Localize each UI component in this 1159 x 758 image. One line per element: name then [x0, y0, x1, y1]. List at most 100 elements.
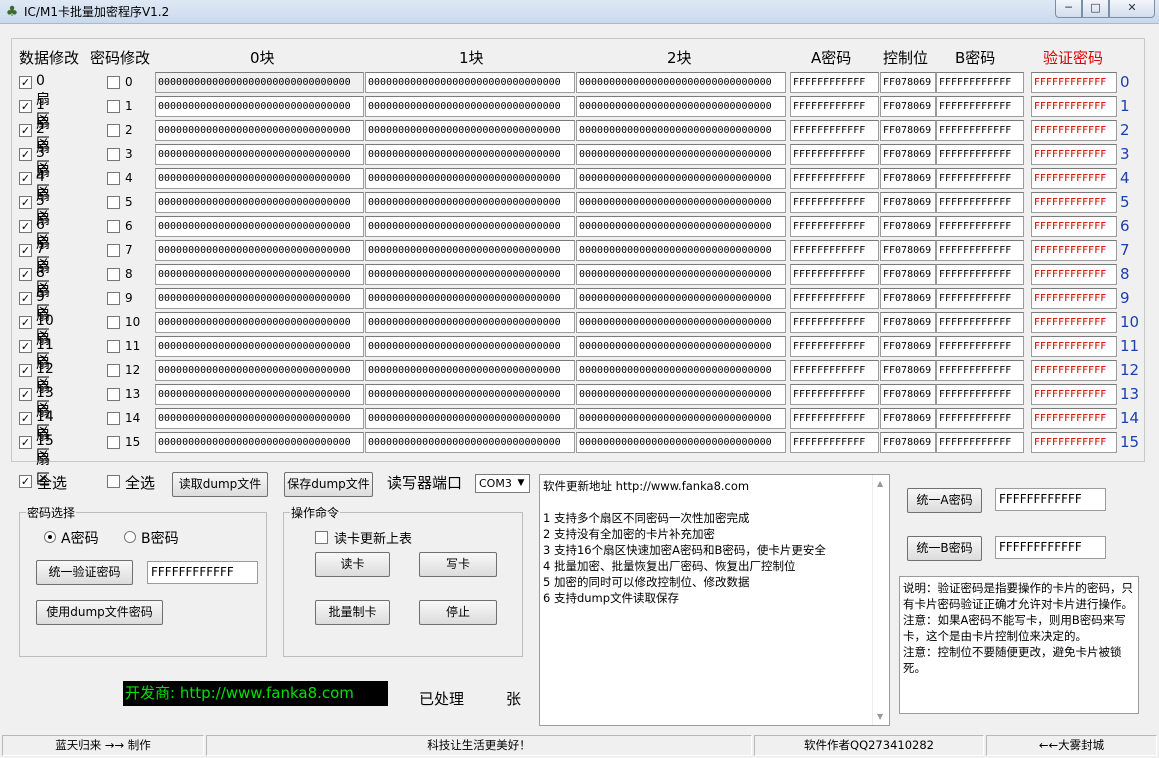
maximize-button[interactable]: □ — [1082, 0, 1109, 18]
block1-field[interactable]: 00000000000000000000000000000000 — [365, 312, 575, 333]
key-b-field[interactable]: FFFFFFFFFFFF — [936, 264, 1024, 285]
control-bits-field[interactable]: FF078069 — [880, 168, 936, 189]
block2-field[interactable]: 00000000000000000000000000000000 — [576, 72, 786, 93]
key-a-field[interactable]: FFFFFFFFFFFF — [790, 96, 879, 117]
block2-field[interactable]: 00000000000000000000000000000000 — [576, 408, 786, 429]
control-bits-field[interactable]: FF078069 — [880, 360, 936, 381]
batch-make-button[interactable]: 批量制卡 — [315, 600, 390, 625]
key-b-field[interactable]: FFFFFFFFFFFF — [936, 432, 1024, 453]
data-modify-checkbox[interactable]: ✓ — [19, 244, 32, 257]
data-modify-checkbox[interactable]: ✓ — [19, 268, 32, 281]
data-modify-checkbox[interactable]: ✓ — [19, 364, 32, 377]
pwd-modify-checkbox[interactable] — [107, 244, 120, 257]
control-bits-field[interactable]: FF078069 — [880, 120, 936, 141]
block2-field[interactable]: 00000000000000000000000000000000 — [576, 264, 786, 285]
verify-key-field[interactable]: FFFFFFFFFFFF — [1031, 288, 1117, 309]
block0-field[interactable]: 00000000000000000000000000000000 — [155, 312, 364, 333]
key-a-field[interactable]: FFFFFFFFFFFF — [790, 432, 879, 453]
key-b-field[interactable]: FFFFFFFFFFFF — [936, 120, 1024, 141]
block1-field[interactable]: 00000000000000000000000000000000 — [365, 240, 575, 261]
pwd-modify-checkbox[interactable] — [107, 196, 120, 209]
key-a-field[interactable]: FFFFFFFFFFFF — [790, 192, 879, 213]
block2-field[interactable]: 00000000000000000000000000000000 — [576, 288, 786, 309]
key-b-field[interactable]: FFFFFFFFFFFF — [936, 72, 1024, 93]
pwd-modify-checkbox[interactable] — [107, 292, 120, 305]
unify-a-input[interactable]: FFFFFFFFFFFF — [995, 488, 1106, 511]
pwd-modify-checkbox[interactable] — [107, 172, 120, 185]
verify-key-field[interactable]: FFFFFFFFFFFF — [1031, 336, 1117, 357]
verify-key-field[interactable]: FFFFFFFFFFFF — [1031, 312, 1117, 333]
verify-key-field[interactable]: FFFFFFFFFFFF — [1031, 144, 1117, 165]
control-bits-field[interactable]: FF078069 — [880, 144, 936, 165]
block0-field[interactable]: 00000000000000000000000000000000 — [155, 336, 364, 357]
block0-field[interactable]: 00000000000000000000000000000000 — [155, 96, 364, 117]
key-b-field[interactable]: FFFFFFFFFFFF — [936, 240, 1024, 261]
key-a-field[interactable]: FFFFFFFFFFFF — [790, 120, 879, 141]
key-a-field[interactable]: FFFFFFFFFFFF — [790, 336, 879, 357]
log-textarea[interactable]: 软件更新地址 http://www.fanka8.com 1 支持多个扇区不同密码… — [539, 474, 890, 726]
control-bits-field[interactable]: FF078069 — [880, 432, 936, 453]
verify-key-field[interactable]: FFFFFFFFFFFF — [1031, 192, 1117, 213]
key-a-field[interactable]: FFFFFFFFFFFF — [790, 360, 879, 381]
key-a-field[interactable]: FFFFFFFFFFFF — [790, 264, 879, 285]
verify-key-field[interactable]: FFFFFFFFFFFF — [1031, 408, 1117, 429]
control-bits-field[interactable]: FF078069 — [880, 192, 936, 213]
control-bits-field[interactable]: FF078069 — [880, 72, 936, 93]
key-a-field[interactable]: FFFFFFFFFFFF — [790, 288, 879, 309]
write-card-button[interactable]: 写卡 — [419, 552, 497, 577]
use-dump-pwd-button[interactable]: 使用dump文件密码 — [36, 600, 163, 625]
key-b-field[interactable]: FFFFFFFFFFFF — [936, 288, 1024, 309]
control-bits-field[interactable]: FF078069 — [880, 240, 936, 261]
verify-key-field[interactable]: FFFFFFFFFFFF — [1031, 216, 1117, 237]
block1-field[interactable]: 00000000000000000000000000000000 — [365, 168, 575, 189]
block2-field[interactable]: 00000000000000000000000000000000 — [576, 216, 786, 237]
block2-field[interactable]: 00000000000000000000000000000000 — [576, 144, 786, 165]
key-a-field[interactable]: FFFFFFFFFFFF — [790, 384, 879, 405]
block0-field[interactable]: 00000000000000000000000000000000 — [155, 240, 364, 261]
data-modify-checkbox[interactable]: ✓ — [19, 292, 32, 305]
pwd-modify-checkbox[interactable] — [107, 148, 120, 161]
key-b-field[interactable]: FFFFFFFFFFFF — [936, 144, 1024, 165]
select-all-pwd-checkbox[interactable] — [107, 475, 120, 488]
pwd-modify-checkbox[interactable] — [107, 100, 120, 113]
pwd-modify-checkbox[interactable] — [107, 316, 120, 329]
block1-field[interactable]: 00000000000000000000000000000000 — [365, 408, 575, 429]
key-a-field[interactable]: FFFFFFFFFFFF — [790, 72, 879, 93]
key-b-field[interactable]: FFFFFFFFFFFF — [936, 336, 1024, 357]
verify-key-field[interactable]: FFFFFFFFFFFF — [1031, 168, 1117, 189]
verify-key-field[interactable]: FFFFFFFFFFFF — [1031, 96, 1117, 117]
control-bits-field[interactable]: FF078069 — [880, 96, 936, 117]
block1-field[interactable]: 00000000000000000000000000000000 — [365, 96, 575, 117]
control-bits-field[interactable]: FF078069 — [880, 336, 936, 357]
read-dump-button[interactable]: 读取dump文件 — [172, 472, 268, 497]
block0-field[interactable]: 00000000000000000000000000000000 — [155, 72, 364, 93]
block2-field[interactable]: 00000000000000000000000000000000 — [576, 240, 786, 261]
data-modify-checkbox[interactable]: ✓ — [19, 220, 32, 233]
pwd-modify-checkbox[interactable] — [107, 388, 120, 401]
data-modify-checkbox[interactable]: ✓ — [19, 388, 32, 401]
key-b-field[interactable]: FFFFFFFFFFFF — [936, 216, 1024, 237]
pwd-modify-checkbox[interactable] — [107, 340, 120, 353]
control-bits-field[interactable]: FF078069 — [880, 264, 936, 285]
block0-field[interactable]: 00000000000000000000000000000000 — [155, 216, 364, 237]
select-all-data-checkbox[interactable]: ✓ — [19, 475, 32, 488]
control-bits-field[interactable]: FF078069 — [880, 312, 936, 333]
data-modify-checkbox[interactable]: ✓ — [19, 196, 32, 209]
data-modify-checkbox[interactable]: ✓ — [19, 124, 32, 137]
block2-field[interactable]: 00000000000000000000000000000000 — [576, 192, 786, 213]
radio-key-a[interactable] — [44, 531, 56, 543]
block2-field[interactable]: 00000000000000000000000000000000 — [576, 312, 786, 333]
data-modify-checkbox[interactable]: ✓ — [19, 148, 32, 161]
unify-verify-button[interactable]: 统一验证密码 — [36, 560, 133, 585]
key-b-field[interactable]: FFFFFFFFFFFF — [936, 96, 1024, 117]
block2-field[interactable]: 00000000000000000000000000000000 — [576, 120, 786, 141]
unify-verify-input[interactable]: FFFFFFFFFFFF — [147, 561, 258, 584]
update-table-checkbox[interactable] — [315, 531, 328, 544]
scroll-down-icon[interactable]: ▼ — [877, 712, 883, 721]
block2-field[interactable]: 00000000000000000000000000000000 — [576, 96, 786, 117]
block2-field[interactable]: 00000000000000000000000000000000 — [576, 360, 786, 381]
block0-field[interactable]: 00000000000000000000000000000000 — [155, 360, 364, 381]
data-modify-checkbox[interactable]: ✓ — [19, 76, 32, 89]
block1-field[interactable]: 00000000000000000000000000000000 — [365, 288, 575, 309]
port-select[interactable]: COM3 ▼ — [475, 474, 530, 493]
